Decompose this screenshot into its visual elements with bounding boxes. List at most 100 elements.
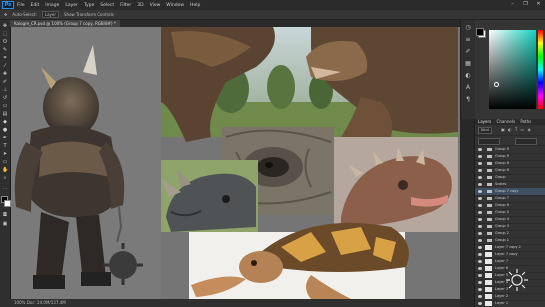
swatches-panel-icon[interactable]: ▦ [464, 60, 472, 68]
lasso-tool-icon[interactable]: ʘ [2, 39, 8, 45]
visibility-eye-icon[interactable] [478, 183, 482, 186]
menu-type[interactable]: Type [84, 3, 94, 8]
opacity-field[interactable] [515, 138, 537, 145]
visibility-eye-icon[interactable] [478, 246, 482, 249]
history-brush-tool-icon[interactable]: ↺ [2, 95, 8, 101]
visibility-eye-icon[interactable] [478, 190, 482, 193]
document-tab[interactable]: Kaiogre_CR.psd @ 100% (Group 7 copy, RGB… [10, 20, 120, 27]
zoom-tool-icon[interactable]: ⌕ [2, 175, 8, 181]
minimize-button[interactable]: – [508, 1, 517, 8]
menu-filter[interactable]: Filter [120, 3, 131, 8]
menu-edit[interactable]: Edit [31, 3, 40, 8]
brush-panel-icon[interactable]: ✐ [464, 48, 472, 56]
tab-layers[interactable]: Layers [478, 119, 491, 124]
hand-tool-icon[interactable]: ✋ [2, 167, 8, 173]
visibility-eye-icon[interactable] [478, 253, 482, 256]
visibility-eye-icon[interactable] [478, 218, 482, 221]
tab-channels[interactable]: Channels [497, 119, 516, 124]
layer-filter-icons[interactable]: ▣ ◐ T ▭ ◈ [501, 127, 532, 133]
menu-bar: Ps File Edit Image Layer Type Select Fil… [0, 0, 545, 10]
visibility-eye-icon[interactable] [478, 232, 482, 235]
brush-tool-icon[interactable]: ✐ [2, 79, 8, 85]
layer-thumbnail [485, 280, 492, 285]
tab-paths[interactable]: Paths [520, 119, 531, 124]
type-tool-icon[interactable]: T [2, 143, 8, 149]
shape-tool-icon[interactable]: ▭ [2, 159, 8, 165]
visibility-eye-icon[interactable] [478, 302, 482, 305]
layer-kind-filter[interactable]: Kind [478, 127, 492, 134]
adjustments-panel-icon[interactable]: ◐ [464, 72, 472, 80]
auto-select-label[interactable]: Auto-Select: [12, 12, 37, 17]
eyedropper-tool-icon[interactable]: ⁄ [2, 63, 8, 69]
auto-select-dropdown[interactable]: Layer [41, 11, 60, 18]
visibility-eye-icon[interactable] [478, 267, 482, 270]
visibility-eye-icon[interactable] [478, 281, 482, 284]
character-panel-icon[interactable]: A [464, 84, 472, 92]
warrior-illustration [11, 27, 161, 299]
background-color-swatch[interactable] [4, 200, 11, 207]
color-picker-cursor[interactable] [494, 82, 499, 87]
layer-thumbnail [485, 259, 492, 264]
marquee-tool-icon[interactable]: ⬚ [2, 31, 8, 37]
gradient-tool-icon[interactable]: ▤ [2, 111, 8, 117]
healing-tool-icon[interactable]: ✚ [2, 71, 8, 77]
folder-icon [487, 176, 492, 179]
dodge-tool-icon[interactable]: ● [2, 127, 8, 133]
eraser-tool-icon[interactable]: ▭ [2, 103, 8, 109]
color-panel [475, 20, 545, 119]
menu-3d[interactable]: 3D [137, 3, 143, 8]
clone-stamp-tool-icon[interactable]: ⊥ [2, 87, 8, 93]
maximize-button[interactable]: ❐ [521, 1, 530, 8]
layer-row[interactable]: Layer 1 [475, 300, 545, 307]
show-transform-checkbox[interactable]: Show Transform Controls [64, 12, 114, 17]
watermark-logo-icon [506, 269, 528, 291]
more-tools-icon[interactable]: ⋯ [2, 186, 8, 192]
folder-icon [487, 225, 492, 228]
document-canvas[interactable] [11, 27, 460, 299]
visibility-eye-icon[interactable] [478, 274, 482, 277]
menu-select[interactable]: Select [100, 3, 114, 8]
quick-select-tool-icon[interactable]: ✎ [2, 47, 8, 53]
layer-name: Group 5 [495, 210, 509, 214]
move-tool-icon[interactable]: ✥ [2, 23, 8, 29]
visibility-eye-icon[interactable] [478, 197, 482, 200]
visibility-eye-icon[interactable] [478, 211, 482, 214]
menu-window[interactable]: Window [166, 3, 184, 8]
panel-foreground-swatch[interactable] [476, 28, 484, 36]
path-select-tool-icon[interactable]: ➤ [2, 151, 8, 157]
blend-mode-dropdown[interactable] [478, 138, 500, 145]
menu-help[interactable]: Help [190, 3, 200, 8]
visibility-eye-icon[interactable] [478, 260, 482, 263]
menu-layer[interactable]: Layer [65, 3, 78, 8]
menu-image[interactable]: Image [45, 3, 59, 8]
visibility-eye-icon[interactable] [478, 239, 482, 242]
visibility-eye-icon[interactable] [478, 169, 482, 172]
hue-slider[interactable] [538, 30, 543, 109]
properties-panel-icon[interactable]: ≡ [464, 36, 472, 44]
visibility-eye-icon[interactable] [478, 288, 482, 291]
move-tool-icon[interactable]: ✥ [4, 12, 7, 17]
visibility-eye-icon[interactable] [478, 148, 482, 151]
folder-icon [487, 197, 492, 200]
artwork-canvas [11, 27, 458, 299]
screen-mode-icon[interactable]: ▣ [2, 221, 8, 227]
close-button[interactable]: ✕ [534, 1, 543, 8]
folder-icon [487, 162, 492, 165]
menu-file[interactable]: File [17, 3, 25, 8]
color-picker-field[interactable] [489, 30, 536, 109]
history-panel-icon[interactable]: ◷ [464, 24, 472, 32]
pen-tool-icon[interactable]: ✒ [2, 135, 8, 141]
visibility-eye-icon[interactable] [478, 225, 482, 228]
folder-icon [487, 190, 492, 193]
menu-view[interactable]: View [150, 3, 161, 8]
visibility-eye-icon[interactable] [478, 295, 482, 298]
crop-tool-icon[interactable]: ⌗ [2, 55, 8, 61]
paragraph-panel-icon[interactable]: ¶ [464, 96, 472, 104]
visibility-eye-icon[interactable] [478, 155, 482, 158]
layer-name: Group [495, 175, 506, 179]
quick-mask-icon[interactable]: ◘ [2, 212, 8, 218]
visibility-eye-icon[interactable] [478, 204, 482, 207]
visibility-eye-icon[interactable] [478, 176, 482, 179]
blur-tool-icon[interactable]: ◆ [2, 119, 8, 125]
visibility-eye-icon[interactable] [478, 162, 482, 165]
